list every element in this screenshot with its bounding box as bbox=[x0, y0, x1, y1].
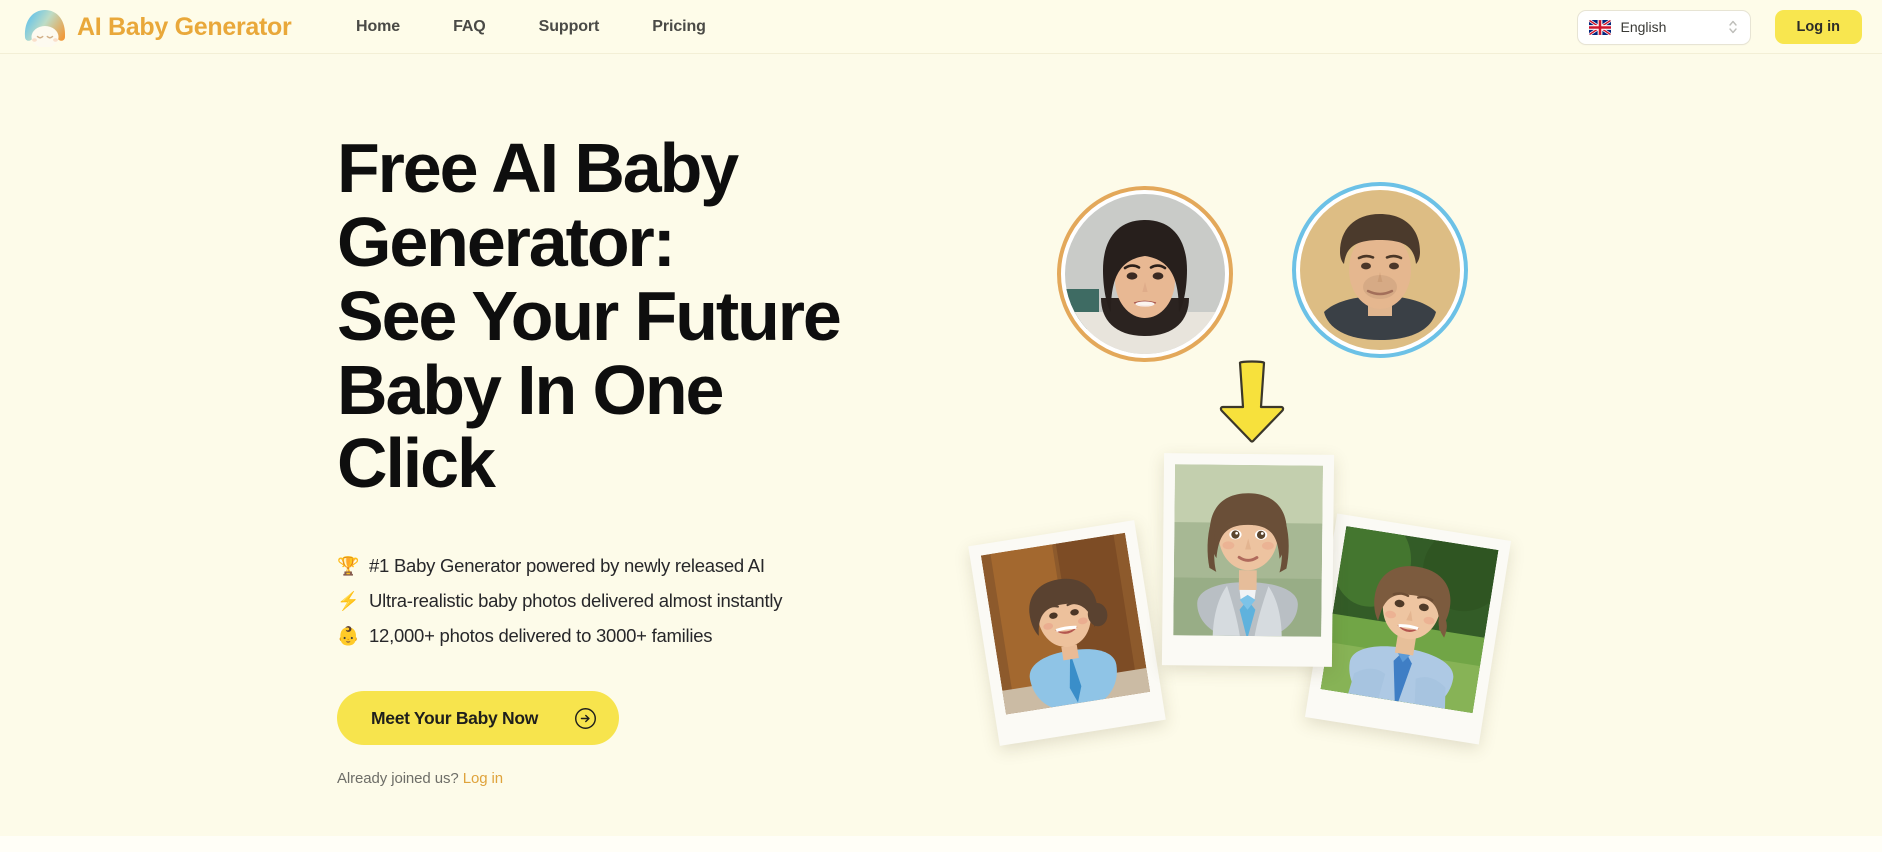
hero-copy: Free AI Baby Generator: See Your Future … bbox=[337, 129, 897, 787]
header-actions: English Log in bbox=[1576, 0, 1862, 54]
meet-your-baby-now-button[interactable]: Meet Your Baby Now bbox=[337, 691, 620, 746]
hero-section: Free AI Baby Generator: See Your Future … bbox=[0, 54, 1882, 836]
language-value: English bbox=[1620, 19, 1667, 35]
feature-text: #1 Baby Generator powered by newly relea… bbox=[369, 555, 765, 577]
list-item: 👶 12,000+ photos delivered to 3000+ fami… bbox=[337, 625, 897, 647]
site-header: AI Baby Generator Home FAQ Support Prici… bbox=[0, 0, 1882, 54]
lightning-bolt-icon: ⚡ bbox=[337, 591, 360, 612]
baby-photo-left-image bbox=[980, 532, 1151, 715]
already-joined-text: Already joined us? Log in bbox=[337, 770, 897, 787]
baby-photo-collage bbox=[965, 453, 1585, 834]
father-photo-ring bbox=[1292, 182, 1468, 358]
baby-photo-left bbox=[968, 520, 1166, 746]
page-title: Free AI Baby Generator: See Your Future … bbox=[337, 129, 842, 503]
down-arrow-icon bbox=[1216, 357, 1288, 445]
main-navigation: Home FAQ Support Pricing bbox=[356, 0, 706, 54]
father-photo bbox=[1292, 182, 1468, 358]
cta-label: Meet Your Baby Now bbox=[371, 707, 539, 728]
hero-feature-list: 🏆 #1 Baby Generator powered by newly rel… bbox=[337, 555, 897, 647]
arrow-right-circle-icon bbox=[574, 707, 597, 730]
uk-flag-icon bbox=[1588, 19, 1611, 35]
nav-item-faq[interactable]: FAQ bbox=[453, 18, 486, 36]
baby-photo-right-image bbox=[1320, 526, 1499, 714]
baby-face-logo-icon bbox=[22, 7, 68, 48]
mother-photo bbox=[1057, 186, 1233, 362]
list-item: ⚡ Ultra-realistic baby photos delivered … bbox=[337, 590, 897, 612]
header-login-button[interactable]: Log in bbox=[1774, 10, 1862, 44]
mother-photo-ring bbox=[1057, 186, 1233, 362]
baby-icon: 👶 bbox=[337, 626, 360, 647]
nav-item-home[interactable]: Home bbox=[356, 18, 400, 36]
trophy-icon: 🏆 bbox=[337, 556, 360, 577]
hero-illustration bbox=[968, 114, 1575, 814]
already-joined-login-link[interactable]: Log in bbox=[463, 770, 503, 787]
brand-name: AI Baby Generator bbox=[77, 12, 292, 41]
language-selector[interactable]: English bbox=[1576, 9, 1751, 45]
chevron-up-down-icon bbox=[1727, 18, 1739, 36]
baby-photo-center-image bbox=[1173, 464, 1323, 637]
nav-item-support[interactable]: Support bbox=[539, 18, 600, 36]
list-item: 🏆 #1 Baby Generator powered by newly rel… bbox=[337, 555, 897, 577]
already-joined-prefix: Already joined us? bbox=[337, 770, 459, 788]
feature-text: 12,000+ photos delivered to 3000+ famili… bbox=[369, 625, 713, 647]
brand-logo-link[interactable]: AI Baby Generator bbox=[22, 0, 292, 54]
next-section-strip bbox=[0, 836, 1882, 852]
nav-item-pricing[interactable]: Pricing bbox=[652, 18, 706, 36]
cta-area: Meet Your Baby Now Already joined us? Lo… bbox=[337, 691, 897, 787]
landing-page: AI Baby Generator Home FAQ Support Prici… bbox=[0, 0, 1882, 852]
baby-photo-center bbox=[1161, 453, 1335, 667]
baby-photo-right bbox=[1304, 513, 1512, 745]
feature-text: Ultra-realistic baby photos delivered al… bbox=[369, 590, 783, 612]
